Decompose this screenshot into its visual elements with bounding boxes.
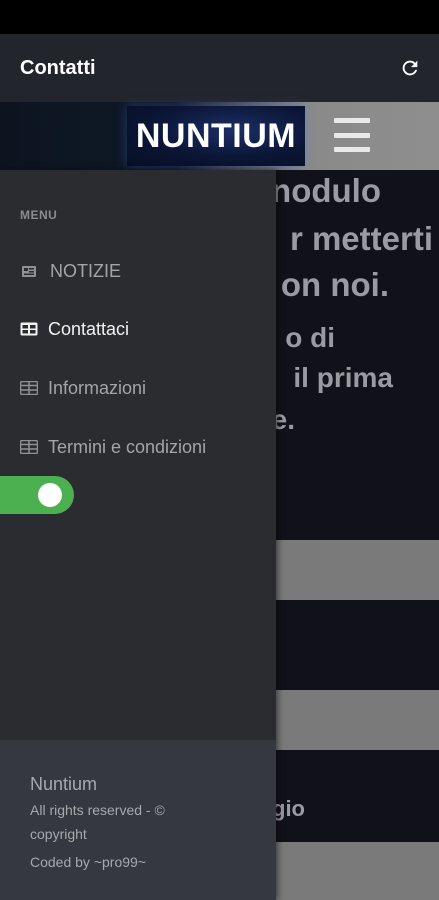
drawer-item-notizie[interactable]: NOTIZIE	[20, 256, 121, 286]
drawer-item-label: NOTIZIE	[50, 260, 121, 281]
drawer-item-label: Contattaci	[48, 318, 130, 339]
navigation-drawer: MENU NOTIZIE Contattaci Informazioni Ter…	[0, 170, 276, 900]
footer-copyright-2: copyright	[30, 826, 87, 842]
drawer-footer: Nuntium All rights reserved - © copyrigh…	[0, 740, 276, 900]
footer-credits: Coded by ~pro99~	[30, 854, 146, 870]
drawer-item-contattaci[interactable]: Contattaci	[20, 314, 129, 344]
refresh-icon	[402, 60, 418, 76]
theme-toggle[interactable]	[0, 476, 74, 514]
footer-brand: Nuntium	[30, 774, 98, 794]
footer-copyright: All rights reserved - ©	[30, 802, 165, 818]
status-bar	[0, 0, 439, 34]
app-bar: Contatti	[0, 34, 439, 102]
newspaper-icon	[20, 262, 38, 280]
refresh-button[interactable]	[397, 55, 423, 81]
app-screen: Contatti NUNTIUM nodulo r metterti on no…	[0, 0, 439, 900]
table-icon	[20, 438, 38, 456]
drawer-item-termini[interactable]: Termini e condizioni	[20, 432, 206, 462]
drawer-item-label: Termini e condizioni	[48, 436, 207, 457]
site-logo: NUNTIUM	[127, 106, 305, 166]
menu-header: MENU	[20, 208, 58, 222]
drawer-item-informazioni[interactable]: Informazioni	[20, 373, 146, 403]
logo-text: NUNTIUM	[135, 116, 297, 155]
hamburger-menu-icon[interactable]	[334, 118, 370, 152]
toggle-knob	[38, 483, 62, 507]
table-icon	[20, 320, 38, 338]
table-icon	[20, 379, 38, 397]
drawer-item-label: Informazioni	[48, 377, 147, 398]
page-title: Contatti	[20, 56, 96, 79]
